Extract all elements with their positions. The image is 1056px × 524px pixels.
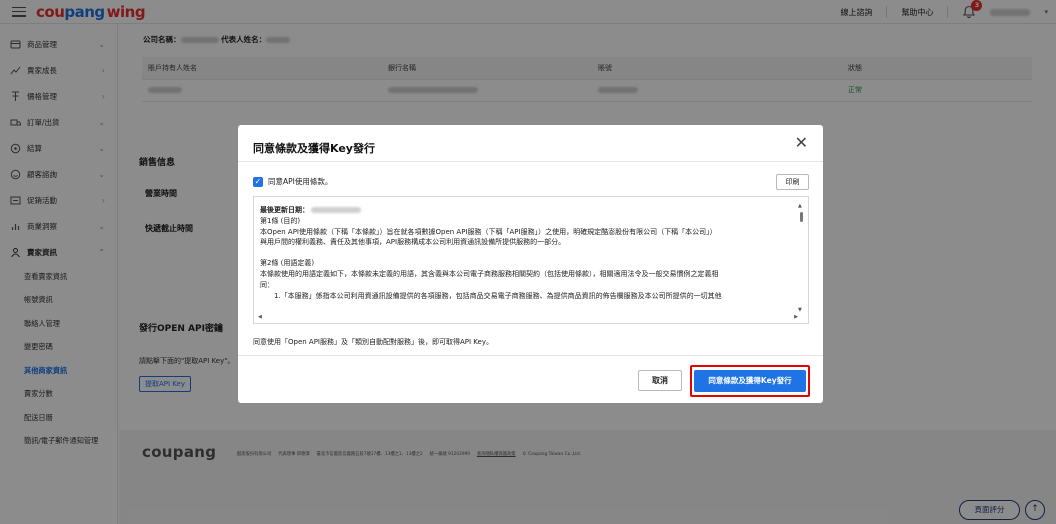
article2-item1: 1.「本服務」係指本公司利用資通訊設備提供的各項服務，包括商品交易電子商務服務、…	[274, 291, 722, 300]
scroll-down-arrow-icon[interactable]: ▼	[798, 307, 802, 313]
terms-note: 同意使用「Open API服務」及「類別自動配對服務」後，即可取得API Key…	[253, 338, 493, 346]
agree-checkbox-label: 同意API使用條款。	[268, 177, 333, 186]
print-button[interactable]: 印刷	[776, 174, 809, 190]
close-icon[interactable]: ✕	[795, 135, 808, 151]
article2-line1: 本條款使用的用語定義如下，本條款未定義的用語，其含義與本公司電子商務服務相關契約…	[260, 269, 719, 278]
divider	[238, 161, 823, 162]
agree-checkbox[interactable]: ✓	[253, 176, 263, 187]
agree-terms-modal: 同意條款及獲得Key發行 ✕ ✓ 同意API使用條款。 印刷 最後更新日期： 第…	[238, 125, 823, 403]
vertical-scrollbar[interactable]: ▲ ▼	[798, 203, 804, 313]
last-updated-label: 最後更新日期：	[260, 206, 309, 214]
terms-content: 最後更新日期： 第1條 (目的) 本Open API使用條款（下稱「本條款」）旨…	[260, 205, 790, 301]
divider	[238, 355, 823, 356]
agree-checkbox-row[interactable]: ✓ 同意API使用條款。	[253, 176, 332, 187]
article1-line1: 本Open API使用條款（下稱「本條款」）旨在就各項數據Open API服務（…	[260, 227, 717, 236]
scroll-right-arrow-icon[interactable]: ▶	[794, 314, 798, 320]
scroll-thumb[interactable]	[799, 212, 803, 222]
last-updated-date-redacted	[311, 207, 362, 213]
article1-title: 第1條 (目的)	[260, 216, 301, 225]
article2-line2: 同：	[260, 280, 274, 289]
cancel-button[interactable]: 取消	[638, 370, 682, 391]
modal-title: 同意條款及獲得Key發行	[253, 142, 375, 155]
scroll-up-arrow-icon[interactable]: ▲	[798, 203, 802, 209]
terms-scroll-box[interactable]: 最後更新日期： 第1條 (目的) 本Open API使用條款（下稱「本條款」）旨…	[253, 196, 809, 324]
horizontal-scrollbar[interactable]: ◀ ▶	[258, 314, 798, 320]
agree-and-issue-key-button[interactable]: 同意條款及獲得Key發行	[694, 370, 806, 392]
scroll-left-arrow-icon[interactable]: ◀	[258, 314, 262, 320]
article2-title: 第2條 (用語定義)	[260, 259, 315, 268]
article1-line2: 與用戶間的權利義務、責任及其他事項，API服務構成本公司利用資通訊設備所提供服務…	[260, 238, 566, 247]
